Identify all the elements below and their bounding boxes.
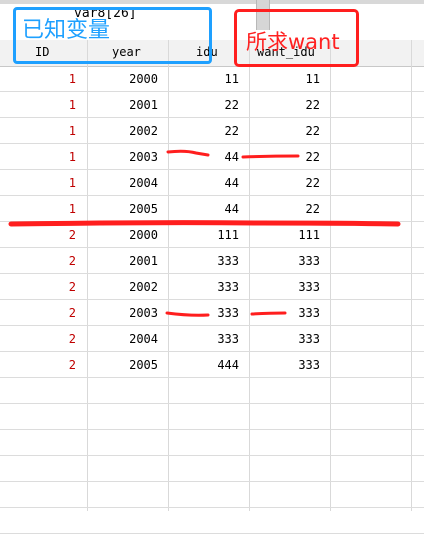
table-row[interactable]: 2 2001 333 333 — [0, 248, 424, 274]
table-row[interactable]: 2 2003 333 333 — [0, 300, 424, 326]
row-divider — [0, 507, 424, 508]
row-divider — [0, 455, 424, 456]
cell-want-idu[interactable]: 22 — [0, 124, 320, 138]
table-row[interactable]: 1 2003 44 22 — [0, 144, 424, 170]
cell-want-idu[interactable]: 333 — [0, 332, 320, 346]
wanted-variable-label: 所求want — [246, 30, 340, 54]
table-row[interactable]: 1 2000 11 11 — [0, 66, 424, 92]
row-divider — [0, 429, 424, 430]
table-row[interactable]: 1 2001 22 22 — [0, 92, 424, 118]
row-divider — [0, 299, 424, 300]
row-divider — [0, 247, 424, 248]
table-row[interactable]: 1 2002 22 22 — [0, 118, 424, 144]
cell-want-idu[interactable]: 333 — [0, 306, 320, 320]
table-row[interactable]: 2 2000 111 111 — [0, 222, 424, 248]
row-divider — [0, 221, 424, 222]
known-variables-label: 已知变量 — [22, 18, 111, 43]
cell-want-idu[interactable]: 333 — [0, 254, 320, 268]
row-divider — [0, 325, 424, 326]
row-divider — [0, 143, 424, 144]
cell-want-idu[interactable]: 22 — [0, 202, 320, 216]
cell-want-idu[interactable]: 22 — [0, 98, 320, 112]
row-divider — [0, 351, 424, 352]
row-divider — [0, 377, 424, 378]
table-row[interactable]: 2 2005 444 333 — [0, 352, 424, 378]
row-divider — [0, 403, 424, 404]
window-top-strip — [0, 0, 424, 4]
cell-want-idu[interactable]: 333 — [0, 358, 320, 372]
table-row[interactable]: 2 2002 333 333 — [0, 274, 424, 300]
row-divider — [0, 481, 424, 482]
row-divider — [0, 91, 424, 92]
table-row[interactable]: 1 2005 44 22 — [0, 196, 424, 222]
cell-want-idu[interactable]: 22 — [0, 150, 320, 164]
cell-want-idu[interactable]: 333 — [0, 280, 320, 294]
cell-want-idu[interactable]: 111 — [0, 228, 320, 242]
table-row[interactable]: 1 2004 44 22 — [0, 170, 424, 196]
row-divider — [0, 169, 424, 170]
row-divider — [0, 273, 424, 274]
cell-want-idu[interactable]: 11 — [0, 72, 320, 86]
table-row[interactable]: 2 2004 333 333 — [0, 326, 424, 352]
row-divider — [0, 195, 424, 196]
cell-want-idu[interactable]: 22 — [0, 176, 320, 190]
row-divider — [0, 117, 424, 118]
